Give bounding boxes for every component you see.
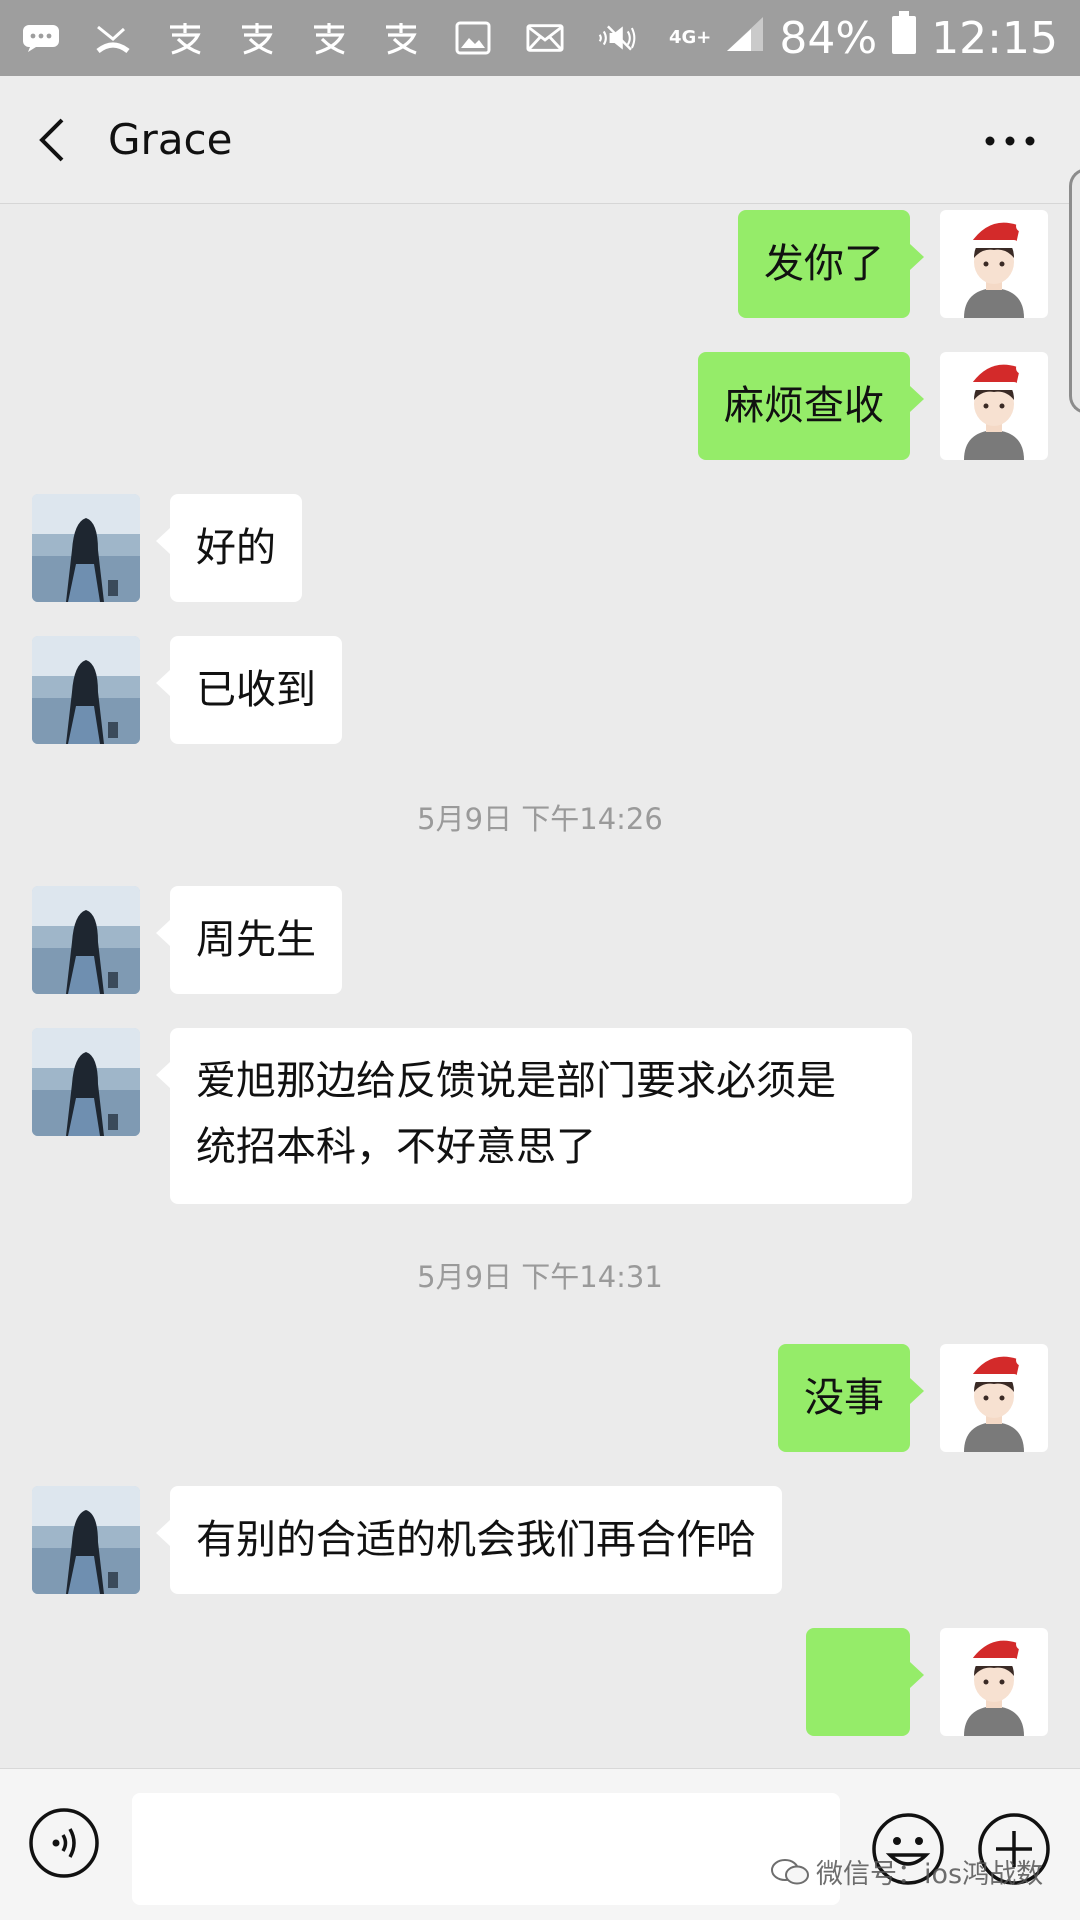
contact-avatar-icon: [32, 636, 140, 744]
missed-call-icon: [94, 19, 132, 57]
input-bar: [0, 1768, 1080, 1920]
image-icon: [454, 19, 492, 57]
alipay-icon: [238, 19, 276, 57]
avatar[interactable]: [32, 1486, 140, 1594]
alipay-icon: [310, 19, 348, 57]
avatar[interactable]: [32, 886, 140, 994]
mail-icon: [526, 19, 564, 57]
voice-button[interactable]: [28, 1807, 100, 1879]
more-dots-icon: [985, 136, 1035, 146]
message-bubble-sent[interactable]: 麻烦查收: [698, 352, 924, 460]
contact-avatar-icon: [32, 1486, 140, 1594]
avatar[interactable]: [940, 352, 1048, 460]
voice-icon: [29, 1808, 99, 1878]
message-bubble-received[interactable]: 周先生: [156, 886, 342, 994]
wechat-logo-icon: [771, 1858, 809, 1884]
signal-icon: [725, 13, 765, 64]
chat-header: Grace: [0, 76, 1080, 204]
chat-title[interactable]: Grace: [108, 112, 232, 168]
message-bubble-sent[interactable]: 👌: [806, 1628, 924, 1827]
contact-avatar-icon: [32, 1028, 140, 1136]
avatar[interactable]: [940, 1628, 1048, 1736]
avatar[interactable]: [940, 210, 1048, 318]
status-bar: 4G+ 84% 12:15: [0, 0, 1080, 76]
sms-icon: [22, 19, 60, 57]
avatar[interactable]: [32, 636, 140, 744]
message-bubble-received[interactable]: 已收到: [156, 636, 342, 744]
user-avatar-icon: [940, 352, 1048, 460]
message-bubble-sent[interactable]: 没事: [778, 1344, 924, 1452]
user-avatar-icon: [940, 1628, 1048, 1736]
message-timestamp: 5月9日 下午14:26: [417, 802, 663, 836]
message-timestamp: 5月9日 下午14:31: [417, 1260, 663, 1294]
message-input[interactable]: [132, 1793, 840, 1905]
message-list[interactable]: 发你了 麻烦查收 好的 已收到 5月9日 下午14:26 周先生 爱旭那边给反馈…: [0, 204, 1080, 1827]
clock: 12:15: [931, 12, 1058, 64]
mute-icon: [598, 19, 636, 57]
avatar[interactable]: [32, 494, 140, 602]
message-bubble-received[interactable]: 爱旭那边给反馈说是部门要求必须是 统招本科，不好意思了: [156, 1028, 912, 1204]
battery-percent: 84%: [779, 12, 878, 64]
watermark-text: 微信号：ios鸿战数: [816, 1859, 1044, 1890]
back-button[interactable]: [28, 114, 80, 166]
user-avatar-icon: [940, 1344, 1048, 1452]
message-bubble-received[interactable]: 有别的合适的机会我们再合作哈: [156, 1486, 782, 1594]
contact-avatar-icon: [32, 494, 140, 602]
message-bubble-received[interactable]: 好的: [156, 494, 302, 602]
alipay-icon: [382, 19, 420, 57]
user-avatar-icon: [940, 210, 1048, 318]
avatar[interactable]: [940, 1344, 1048, 1452]
alipay-icon: [166, 19, 204, 57]
network-indicator: 4G+: [669, 27, 712, 48]
avatar[interactable]: [32, 1028, 140, 1136]
more-button[interactable]: [980, 126, 1040, 156]
message-bubble-sent[interactable]: 发你了: [738, 210, 924, 318]
watermark: 微信号：ios鸿战数: [770, 1852, 1043, 1891]
contact-avatar-icon: [32, 886, 140, 994]
battery-icon: [891, 10, 917, 66]
chevron-left-icon: [39, 118, 64, 162]
